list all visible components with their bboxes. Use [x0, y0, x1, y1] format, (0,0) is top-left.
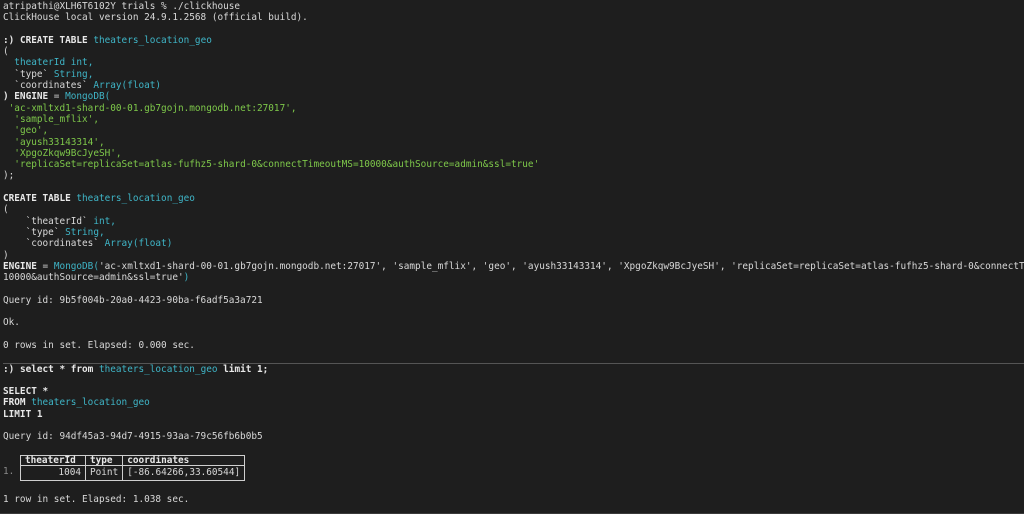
cell-coordinates: [-86.64266,33.60544]	[122, 464, 246, 481]
table-name: theaters_location_geo	[98, 363, 218, 375]
arg-text: 'sample_mflix',	[14, 113, 99, 125]
column-def-3: `coordinates` Array(float)	[3, 238, 1024, 249]
arg-text: 'XpgoZkqw9BcJyeSH',	[14, 147, 122, 159]
column-def-2: `type` String,	[3, 227, 1024, 238]
column-type: int,	[70, 57, 94, 69]
paren-close: )	[3, 249, 9, 261]
version-line: ClickHouse local version 24.9.1.2568 (of…	[3, 12, 308, 24]
engine-function: MongoDB(	[53, 260, 99, 272]
row-number: 1.	[3, 465, 15, 477]
column-type: Array(float)	[104, 238, 173, 250]
create-keyword: CREATE TABLE	[3, 193, 71, 205]
engine-arg-user: 'ayush33143314',	[3, 137, 1024, 148]
result-table-block: 1. theaterId type coordinates 1004 Point…	[3, 454, 1024, 483]
column-def-3: `coordinates` Array(float)	[3, 80, 1024, 91]
echo-limit: LIMIT 1	[3, 408, 43, 420]
result-table: theaterId type coordinates 1004 Point [-…	[20, 454, 246, 481]
column-type: String,	[53, 68, 94, 80]
arg-text: 'geo',	[14, 125, 49, 137]
arg-text: 'replicaSet=replicaSet=atlas-fufhz5-shar…	[14, 159, 540, 171]
cell-theaterid: 1004	[20, 464, 86, 481]
rows-summary-2: 1 row in set. Elapsed: 1.038 sec.	[3, 494, 190, 506]
engine-args: 10000&authSource=admin&ssl=true'	[3, 272, 184, 284]
rows-summary-1: 0 rows in set. Elapsed: 0.000 sec.	[3, 339, 195, 351]
echo-1-header: CREATE TABLE theaters_location_geo	[3, 193, 1024, 204]
column-type: int,	[93, 215, 116, 227]
column-def-2: `type` String,	[3, 69, 1024, 80]
engine-equals: =	[48, 91, 66, 103]
column-name: `type`	[14, 68, 49, 80]
shell-prompt-line: atripathi@XLH6T6102Y trials % ./clickhou…	[3, 1, 241, 12]
arg-text: 'ac-xmltxd1-shard-00-01.gb7gojn.mongodb.…	[8, 102, 297, 114]
from-keyword: FROM	[3, 397, 26, 409]
column-def-1: theaterId int,	[3, 57, 1024, 68]
create-keyword: CREATE TABLE	[19, 34, 88, 46]
arg-text: 'ayush33143314',	[14, 136, 105, 148]
query-2-input[interactable]: :) select * from theaters_location_geo l…	[3, 364, 1024, 375]
engine-keyword: ENGINE	[3, 260, 37, 272]
table-name: theaters_location_geo	[76, 193, 195, 205]
column-type: String,	[65, 226, 105, 238]
table-row: 1004 Point [-86.64266,33.60544]	[20, 464, 246, 481]
column-name: `coordinates`	[25, 238, 99, 250]
engine-line: ) ENGINE = MongoDB(	[3, 91, 1024, 102]
paren-open: (	[3, 204, 9, 216]
cell-type: Point	[84, 464, 124, 481]
table-name: theaters_location_geo	[93, 34, 212, 46]
limit-keyword: limit 1;	[223, 363, 269, 375]
prompt-symbol: :)	[3, 363, 20, 375]
select-keyword: select * from	[19, 363, 94, 375]
prompt-symbol: :)	[3, 34, 20, 46]
engine-arg-password: 'XpgoZkqw9BcJyeSH',	[3, 148, 1024, 159]
header-theaterid: theaterId	[20, 454, 86, 466]
echo-from: FROM theaters_location_geo	[3, 397, 1024, 408]
engine-arg-collection: 'geo',	[3, 125, 1024, 136]
column-type: Array(float)	[93, 80, 162, 92]
query-1-header: :) CREATE TABLE theaters_location_geo	[3, 35, 1024, 46]
ok-message: Ok.	[3, 317, 20, 329]
engine-args-wrap: 10000&authSource=admin&ssl=true')	[3, 272, 1024, 283]
echo-select: SELECT *	[3, 386, 49, 398]
header-type: type	[84, 454, 124, 466]
paren-close: );	[3, 170, 15, 182]
engine-function: MongoDB(	[65, 91, 111, 103]
engine-equals: =	[36, 260, 54, 272]
engine-keyword: ) ENGINE	[3, 91, 49, 103]
engine-line: ENGINE = MongoDB('ac-xmltxd1-shard-00-01…	[3, 261, 1024, 272]
column-name: `theaterId`	[25, 215, 88, 227]
column-name: `coordinates`	[14, 80, 88, 92]
engine-close: )	[183, 272, 190, 284]
query-id-2: Query id: 94df45a3-94d7-4915-93aa-79c56f…	[3, 431, 263, 443]
engine-arg-db: 'sample_mflix',	[3, 114, 1024, 125]
column-name: theaterId	[14, 57, 66, 69]
engine-arg-options: 'replicaSet=replicaSet=atlas-fufhz5-shar…	[3, 159, 1024, 170]
header-coordinates: coordinates	[122, 454, 246, 466]
terminal-window[interactable]: atripathi@XLH6T6102Y trials % ./clickhou…	[0, 0, 1024, 514]
table-header-row: theaterId type coordinates	[20, 454, 246, 466]
engine-arg-host: 'ac-xmltxd1-shard-00-01.gb7gojn.mongodb.…	[3, 103, 1024, 114]
table-name: theaters_location_geo	[31, 397, 150, 409]
column-name: `type`	[25, 226, 60, 238]
engine-args: 'ac-xmltxd1-shard-00-01.gb7gojn.mongodb.…	[98, 260, 1024, 272]
query-id-1: Query id: 9b5f004b-20a0-4423-90ba-f6adf5…	[3, 294, 263, 306]
paren-open: (	[3, 46, 9, 58]
column-def-1: `theaterId` int,	[3, 216, 1024, 227]
